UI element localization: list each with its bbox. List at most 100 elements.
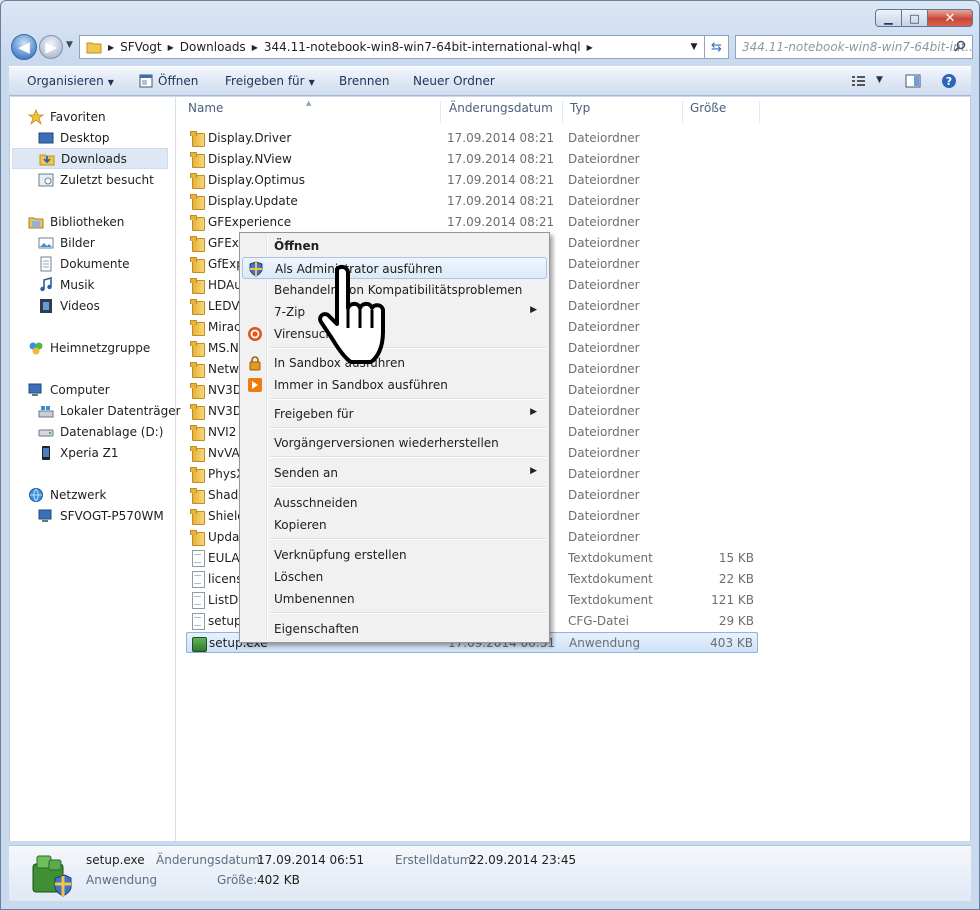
nav-computer[interactable]: Computer xyxy=(28,379,186,400)
new-folder-button[interactable]: Neuer Ordner xyxy=(413,74,495,88)
caption-buttons: ▁ □ ✕ xyxy=(875,9,973,27)
nav-desktop[interactable]: Desktop xyxy=(38,127,196,148)
menu-item-share[interactable]: Freigeben für ▶ xyxy=(242,403,547,425)
nav-videos[interactable]: Videos xyxy=(38,295,196,316)
nav-network-pc[interactable]: SFVOGT-P570WM xyxy=(38,505,196,526)
refresh-button[interactable]: ⇆ xyxy=(705,35,729,59)
folder-icon xyxy=(190,529,206,546)
nav-homegroup[interactable]: Heimnetzgruppe xyxy=(28,337,186,358)
file-name: GFExperience xyxy=(208,215,292,229)
file-row[interactable]: Display.Driver 17.09.2014 08:21 Dateiordne… xyxy=(186,128,758,149)
folder-icon xyxy=(190,193,206,210)
file-size: 403 KB xyxy=(710,636,753,650)
column-header-date[interactable]: Änderungsdatum xyxy=(447,101,563,123)
drive-icon xyxy=(38,429,54,436)
column-header-type[interactable]: Typ xyxy=(568,101,683,123)
menu-item-copy[interactable]: Kopieren xyxy=(242,514,547,536)
address-bar[interactable]: ▶ SFVogt ▶ Downloads ▶ 344.11-notebook-win… xyxy=(79,35,705,59)
share-menu[interactable]: Freigeben für ▼ xyxy=(225,74,315,88)
file-name: licens xyxy=(208,572,243,586)
maximize-button[interactable]: □ xyxy=(901,9,928,27)
menu-item-delete[interactable]: Löschen xyxy=(242,566,547,588)
details-pane: setup.exe Anwendung Änderungsdatum: 17.0… xyxy=(9,845,971,901)
menu-item-cut[interactable]: Ausschneiden xyxy=(242,492,547,514)
phone-icon xyxy=(42,445,50,460)
organize-menu[interactable]: Organisieren ▼ xyxy=(27,74,114,88)
burn-button[interactable]: Brennen xyxy=(339,74,389,88)
menu-separator xyxy=(270,538,546,540)
file-date: 17.09.2014 08:21 xyxy=(447,131,555,145)
folder-icon xyxy=(190,361,206,378)
submenu-arrow-icon: ▶ xyxy=(530,305,537,315)
file-row[interactable]: Display.Optimus 17.09.2014 08:21 Dateiordn… xyxy=(186,170,758,191)
nav-local-disk[interactable]: Lokaler Datenträger xyxy=(38,400,196,421)
file-name: Display.Optimus xyxy=(208,173,305,187)
open-icon xyxy=(139,74,153,88)
column-header-size[interactable]: Größe xyxy=(688,101,760,123)
file-type: Textdokument xyxy=(568,572,653,586)
sort-ascending-icon: ▲ xyxy=(306,99,312,107)
nav-favorites[interactable]: Favoriten xyxy=(28,106,186,127)
file-name: Display.Driver xyxy=(208,131,292,145)
nav-data-disk[interactable]: Datenablage (D:) xyxy=(38,421,196,442)
file-type: Dateiordner xyxy=(568,152,640,166)
nav-recent[interactable]: Zuletzt besucht xyxy=(38,169,196,190)
nav-documents[interactable]: Dokumente xyxy=(38,253,196,274)
local-disk-icon xyxy=(38,405,54,417)
desktop-icon xyxy=(38,132,54,143)
file-type: Dateiordner xyxy=(568,467,640,481)
address-dropdown[interactable]: ▼ xyxy=(684,36,704,58)
close-button[interactable]: ✕ xyxy=(927,9,973,27)
libraries-icon xyxy=(28,217,44,228)
nav-network[interactable]: Netzwerk xyxy=(28,484,186,505)
uac-shield-icon xyxy=(249,261,263,277)
menu-item-send-to[interactable]: Senden an ▶ xyxy=(242,462,547,484)
menu-item-create-shortcut[interactable]: Verknüpfung erstellen xyxy=(242,544,547,566)
search-icon xyxy=(954,40,966,52)
star-icon xyxy=(28,108,44,125)
file-type: Dateiordner xyxy=(568,131,640,145)
details-created-label: Erstelldatum: xyxy=(395,853,476,867)
file-type: Dateiordner xyxy=(568,530,640,544)
nav-libraries[interactable]: Bibliotheken xyxy=(28,211,186,232)
view-options-icon[interactable] xyxy=(851,73,867,89)
folder-icon xyxy=(190,235,206,252)
file-row[interactable]: Display.NView 17.09.2014 08:21 Dateiordner xyxy=(186,149,758,170)
view-dropdown-icon[interactable]: ▼ xyxy=(876,75,883,85)
setup-exe-large-icon xyxy=(32,855,72,897)
back-button[interactable]: ◀ xyxy=(11,34,37,60)
recent-places-icon xyxy=(38,173,54,186)
breadcrumb-sfvogt[interactable]: SFVogt ▶ xyxy=(120,40,180,54)
forward-button[interactable]: ▶ xyxy=(39,35,63,59)
search-input[interactable]: 344.11-notebook-win8-win7-64bit-int... xyxy=(735,35,973,59)
menu-item-properties[interactable]: Eigenschaften xyxy=(242,618,547,640)
menu-item-previous-versions[interactable]: Vorgängerversionen wiederherstellen xyxy=(242,432,547,454)
nav-music[interactable]: Musik xyxy=(38,274,196,295)
breadcrumb-current-folder[interactable]: 344.11-notebook-win8-win7-64bit-internat… xyxy=(264,40,599,54)
file-row[interactable]: GFExperience 17.09.2014 08:21 Dateiordner xyxy=(186,212,758,233)
recent-pages-dropdown[interactable]: ▼ xyxy=(66,40,73,50)
nav-downloads[interactable]: Downloads xyxy=(12,148,168,169)
file-date: 17.09.2014 08:21 xyxy=(447,173,555,187)
file-row[interactable]: Display.Update 17.09.2014 08:21 Dateiordne… xyxy=(186,191,758,212)
breadcrumb-downloads[interactable]: Downloads ▶ xyxy=(180,40,264,54)
file-type: Dateiordner xyxy=(568,278,640,292)
menu-separator xyxy=(270,486,546,488)
menu-item-sandbox-always[interactable]: Immer in Sandbox ausführen xyxy=(242,374,547,396)
column-header-name[interactable]: ▲ Name xyxy=(186,99,441,123)
preview-pane-icon[interactable] xyxy=(905,73,921,89)
file-name: NVI2 xyxy=(208,425,237,439)
help-icon[interactable]: ? xyxy=(941,73,957,89)
nav-pictures[interactable]: Bilder xyxy=(38,232,196,253)
svg-text:?: ? xyxy=(946,75,952,88)
file-size: 121 KB xyxy=(711,593,754,607)
nav-phone[interactable]: Xperia Z1 xyxy=(38,442,196,463)
menu-item-rename[interactable]: Umbenennen xyxy=(242,588,547,610)
folder-icon xyxy=(190,319,206,336)
menu-item-open[interactable]: Öffnen xyxy=(242,235,547,257)
minimize-button[interactable]: ▁ xyxy=(875,9,902,27)
file-size: 29 KB xyxy=(718,614,754,628)
computer-icon xyxy=(28,383,42,396)
open-button[interactable]: Öffnen xyxy=(158,74,198,88)
folder-icon xyxy=(190,151,206,168)
